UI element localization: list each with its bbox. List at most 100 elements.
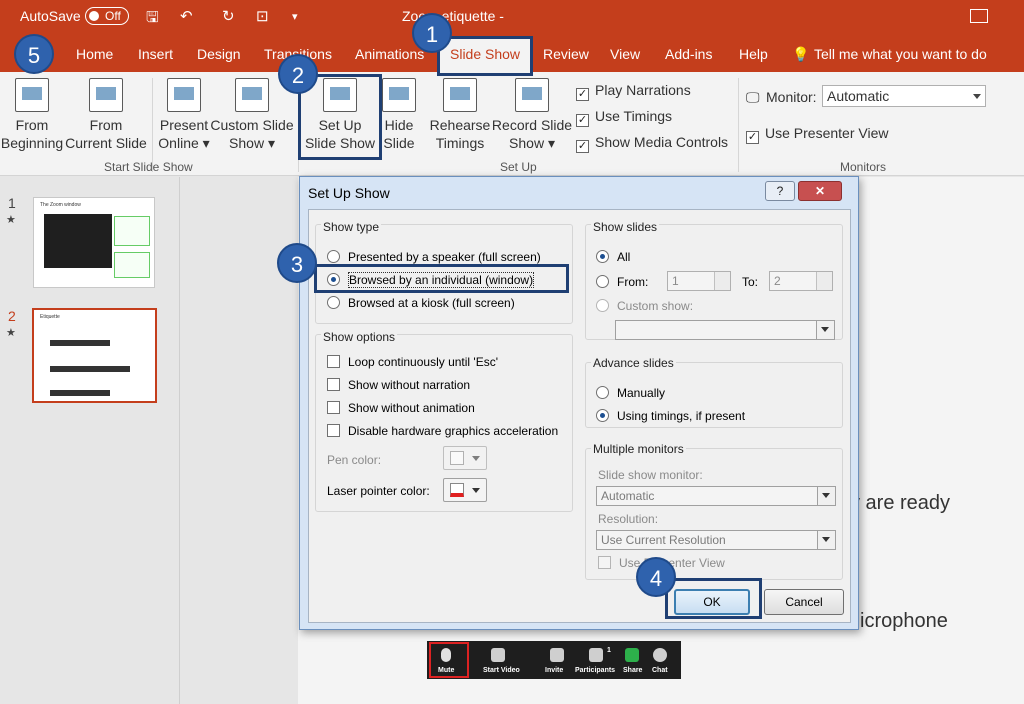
resolution-select[interactable]: Use Current Resolution <box>596 530 836 550</box>
slide-number-1: 1 <box>8 195 16 211</box>
checkbox-icon <box>327 378 340 391</box>
slide-thumbnail-1[interactable]: The Zoom window <box>33 197 155 288</box>
group-label-start-slide-show: Start Slide Show <box>104 160 193 174</box>
play-current-icon <box>89 78 123 112</box>
customize-qat-icon[interactable]: ▾ <box>292 10 298 23</box>
tab-add-ins[interactable]: Add-ins <box>665 46 712 62</box>
tab-animations[interactable]: Animations <box>355 46 424 62</box>
option-label: Using timings, if present <box>617 409 746 423</box>
radio-selected-icon <box>596 250 609 263</box>
from-current-slide-button[interactable]: From Current Slide <box>64 78 148 152</box>
option-label: Browsed at a kiosk (full screen) <box>348 296 515 310</box>
monitor-value: Automatic <box>827 88 890 104</box>
ribbon-display-icon[interactable] <box>970 9 988 23</box>
rehearse-line2: Timings <box>435 135 485 151</box>
highlight-slide-show-tab <box>437 36 533 76</box>
present-icon[interactable]: ⊡ <box>256 7 269 25</box>
paint-bucket-icon <box>450 483 464 497</box>
radio-using-timings[interactable]: Using timings, if present <box>596 409 745 423</box>
checkmark-icon: ✓ <box>576 88 589 101</box>
tab-home[interactable]: Home <box>76 46 113 62</box>
option-label: Custom show: <box>617 299 694 313</box>
record-slide-show-button[interactable]: Record Slide Show ▾ <box>490 78 574 152</box>
radio-icon <box>596 386 609 399</box>
radio-presented-by-speaker[interactable]: Presented by a speaker (full screen) <box>327 250 541 264</box>
from-beginning-button[interactable]: From Beginning <box>0 78 64 152</box>
play-narrations-label: Play Narrations <box>595 82 691 98</box>
disable-hw-accel-checkbox[interactable]: Disable hardware graphics acceleration <box>327 424 558 438</box>
radio-custom-show[interactable]: Custom show: <box>596 299 693 313</box>
radio-from[interactable]: From: <box>596 275 648 289</box>
slide-text-fragment: icrophone <box>860 610 948 632</box>
present-online-button[interactable]: Present Online ▾ <box>156 78 212 152</box>
autosave-toggle[interactable]: Off <box>85 7 129 25</box>
monitor-select[interactable]: Automatic <box>822 85 986 107</box>
resolution-value: Use Current Resolution <box>601 533 726 547</box>
hide-slide-button[interactable]: Hide Slide <box>378 78 420 152</box>
checkbox-icon <box>327 401 340 414</box>
help-button[interactable]: ? <box>765 181 795 201</box>
multiple-monitors-title: Multiple monitors <box>591 442 686 456</box>
loop-checkbox[interactable]: Loop continuously until 'Esc' <box>327 355 498 369</box>
option-label: Show without animation <box>348 401 475 415</box>
tab-review[interactable]: Review <box>543 46 589 62</box>
toggle-knob <box>89 11 99 21</box>
hide-slide-line2: Slide <box>383 135 415 151</box>
present-online-line2: Online ▾ <box>158 135 210 151</box>
step-badge-5: 5 <box>14 34 54 74</box>
paint-bucket-icon <box>450 451 464 465</box>
close-button[interactable]: ✕ <box>798 181 842 201</box>
resolution-label: Resolution: <box>598 512 659 526</box>
slide-thumbnail-2[interactable]: Etiquette <box>32 308 157 403</box>
slide-show-monitor-select[interactable]: Automatic <box>596 486 836 506</box>
redo-icon[interactable]: ↻ <box>222 7 235 25</box>
stopwatch-icon <box>443 78 477 112</box>
video-icon <box>491 648 505 662</box>
cancel-button[interactable]: Cancel <box>764 589 844 615</box>
laser-color-label: Laser pointer color: <box>327 484 430 498</box>
zoom-invite-label: Invite <box>545 667 564 674</box>
show-media-controls-checkbox[interactable]: ✓ Show Media Controls <box>576 134 728 153</box>
record-icon <box>515 78 549 112</box>
show-media-controls-label: Show Media Controls <box>595 134 729 150</box>
use-presenter-view-checkbox[interactable]: ✓ Use Presenter View <box>746 125 888 144</box>
save-icon[interactable]: 🖫 <box>146 7 159 32</box>
custom-slide-show-button[interactable]: Custom Slide Show ▾ <box>210 78 294 152</box>
autosave-label: AutoSave <box>20 8 81 24</box>
play-narrations-checkbox[interactable]: ✓ Play Narrations <box>576 82 691 101</box>
custom-show-icon <box>235 78 269 112</box>
tab-view[interactable]: View <box>610 46 640 62</box>
use-presenter-view-label: Use Presenter View <box>765 125 889 141</box>
radio-all-slides[interactable]: All <box>596 250 630 264</box>
to-spinner[interactable]: 2 <box>769 271 833 291</box>
record-line1: Record Slide <box>491 117 573 133</box>
from-current-line1: From <box>89 117 123 133</box>
tab-design[interactable]: Design <box>197 46 241 62</box>
without-narration-checkbox[interactable]: Show without narration <box>327 378 470 392</box>
rehearse-timings-button[interactable]: Rehearse Timings <box>428 78 492 152</box>
to-value: 2 <box>774 274 781 288</box>
tell-me-search[interactable]: Tell me what you want to do <box>814 46 987 62</box>
radio-manually[interactable]: Manually <box>596 386 665 400</box>
group-label-set-up: Set Up <box>500 160 537 174</box>
custom-show-line1: Custom Slide <box>210 117 294 133</box>
radio-icon <box>596 299 609 312</box>
chevron-down-icon <box>817 487 835 505</box>
use-timings-checkbox[interactable]: ✓ Use Timings <box>576 108 672 127</box>
from-spinner[interactable]: 1 <box>667 271 731 291</box>
zoom-participants-count: 1 <box>607 647 611 654</box>
pen-color-button[interactable] <box>443 446 487 470</box>
show-type-title: Show type <box>321 220 382 234</box>
tab-help[interactable]: Help <box>739 46 768 62</box>
undo-icon[interactable]: ↶ <box>180 7 193 25</box>
without-animation-checkbox[interactable]: Show without animation <box>327 401 475 415</box>
slide-text-fragment: y are ready <box>850 492 951 514</box>
zoom-participants-label: Participants <box>575 667 616 674</box>
chevron-down-icon <box>817 531 835 549</box>
checkmark-icon: ✓ <box>746 131 759 144</box>
step-badge-4: 4 <box>636 557 676 597</box>
radio-browsed-at-kiosk[interactable]: Browsed at a kiosk (full screen) <box>327 296 515 310</box>
custom-show-select[interactable] <box>615 320 835 340</box>
tab-insert[interactable]: Insert <box>138 46 173 62</box>
laser-color-button[interactable] <box>443 478 487 502</box>
